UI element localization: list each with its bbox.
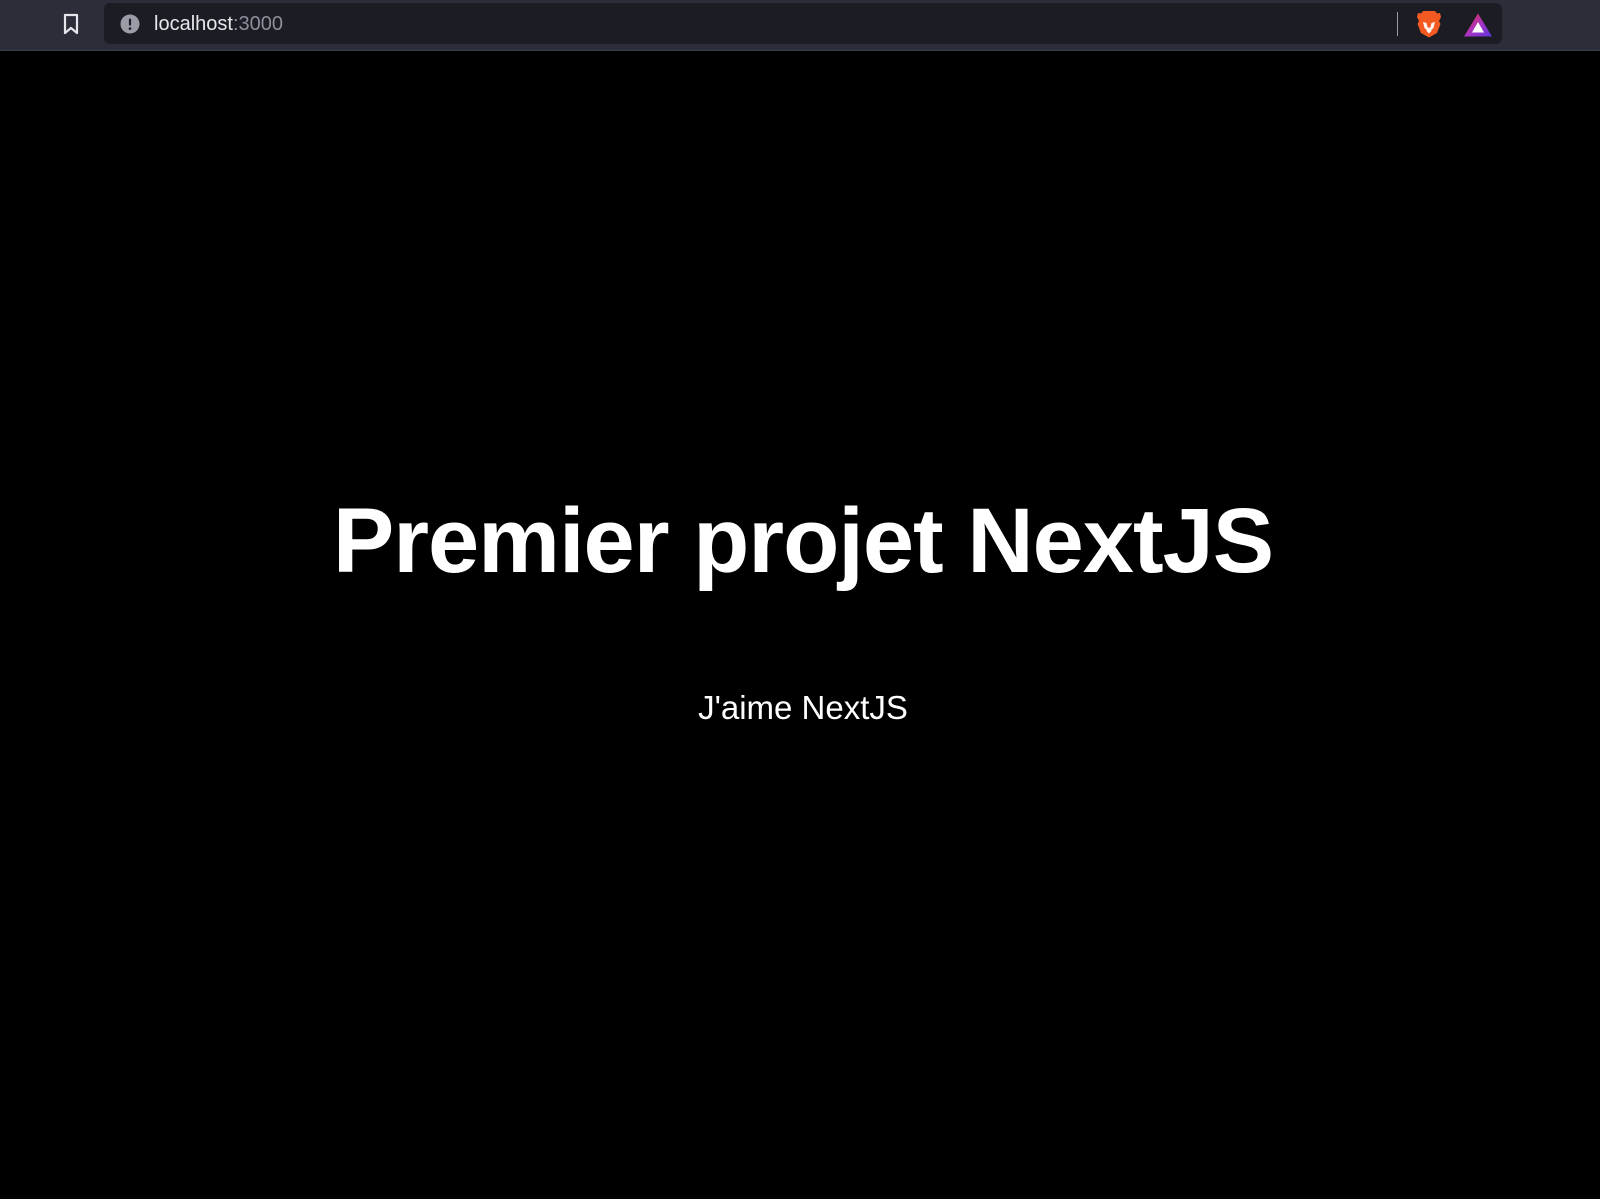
url-text[interactable]: localhost:3000 xyxy=(154,12,283,36)
brave-lion-icon xyxy=(1417,11,1441,38)
browser-toolbar: localhost:3000 xyxy=(0,0,1600,51)
page-title: Premier projet NextJS xyxy=(332,490,1274,592)
address-bar[interactable]: localhost:3000 xyxy=(104,3,1502,44)
url-port: :3000 xyxy=(232,13,283,35)
url-host: localhost xyxy=(154,13,233,35)
page-content: Premier projet NextJS J'aime NextJS xyxy=(0,51,1600,1199)
info-circle-icon xyxy=(120,14,140,34)
rewards-triangle-icon xyxy=(1464,13,1492,37)
url-divider xyxy=(1397,12,1398,36)
bookmark-button[interactable] xyxy=(58,11,84,37)
bookmark-icon xyxy=(63,13,79,35)
brave-shields-button[interactable] xyxy=(1414,9,1444,39)
page-subtitle: J'aime NextJS xyxy=(698,689,908,726)
brave-rewards-button[interactable] xyxy=(1462,10,1494,40)
site-info-button[interactable] xyxy=(120,14,140,34)
